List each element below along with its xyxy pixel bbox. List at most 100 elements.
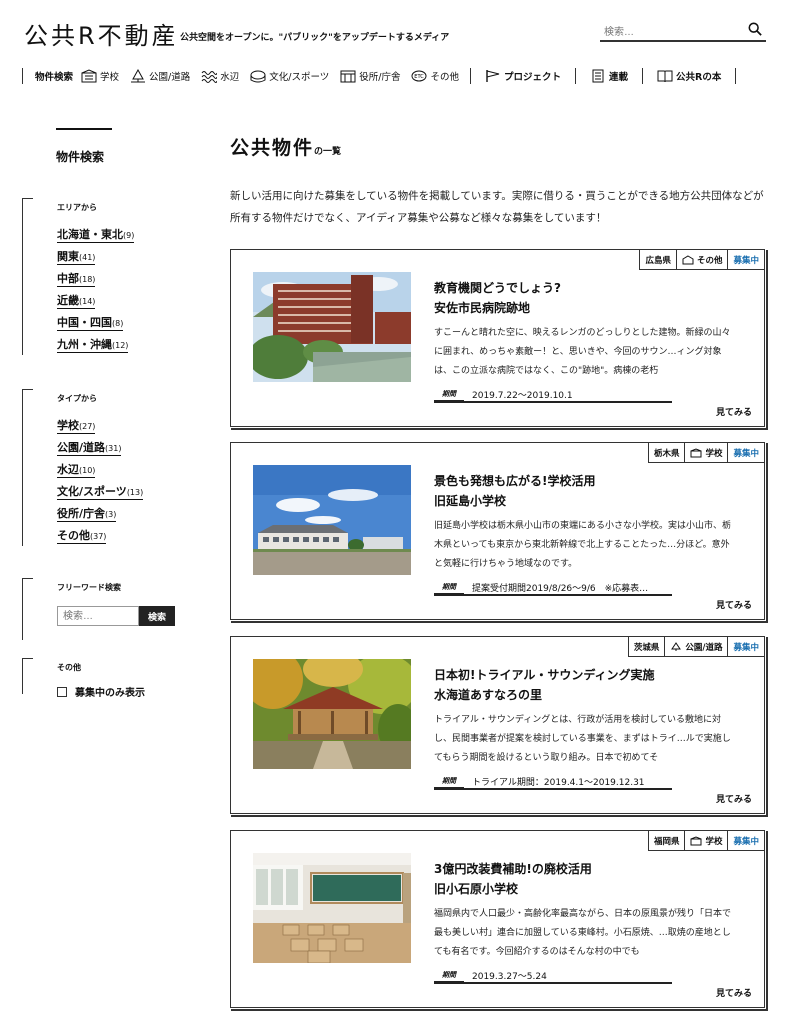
nav-item-park[interactable]: 公園/道路	[130, 69, 190, 83]
svg-text:ETC: ETC	[415, 74, 425, 80]
property-title-line1: 日本初!トライアル・サウンディング実施	[434, 668, 655, 682]
group-bracket	[23, 198, 33, 199]
nav-divider	[22, 68, 23, 84]
type-link[interactable]: 文化/スポーツ(13)	[57, 485, 144, 500]
pref-tag: 栃木県	[649, 443, 686, 462]
book-icon	[657, 70, 673, 83]
nav-item-waterside[interactable]: 水辺	[201, 69, 239, 83]
property-title[interactable]: 3億円改装費補助!の廃校活用 旧小石原小学校	[434, 859, 592, 899]
see-more-link[interactable]: 見てみる	[716, 792, 752, 805]
area-count: (9)	[123, 231, 135, 240]
nav-item-label: 役所/庁舎	[359, 72, 401, 83]
search-icon[interactable]	[748, 22, 762, 36]
area-item[interactable]: 中部(18)	[57, 270, 134, 292]
type-count: (3)	[105, 510, 117, 519]
nav-item-label: 公園/道路	[149, 72, 191, 83]
nav-link-series[interactable]: 連載	[590, 69, 628, 83]
area-label: 近畿	[57, 294, 79, 307]
freeword-search: 検索	[57, 606, 175, 626]
see-more-link[interactable]: 見てみる	[716, 405, 752, 418]
nav-item-label: 学校	[100, 72, 120, 83]
type-item[interactable]: 役所/庁舎(3)	[57, 505, 143, 527]
property-card[interactable]: 茨城県 公園/道路 募集中 日本初!トライアル・サウンディング実施 水海道あすなろ…	[230, 636, 768, 817]
header-search-input[interactable]	[600, 22, 730, 43]
pref-tag: 福岡県	[649, 831, 686, 850]
site-logo[interactable]: 公共R不動産	[24, 16, 179, 51]
type-count: (27)	[79, 422, 96, 431]
pavilion-photo	[253, 659, 411, 769]
area-link[interactable]: 中部(18)	[57, 272, 96, 287]
property-card[interactable]: 福岡県 学校 募集中 3億円改装費補助!の廃校活用 旧小石原小学校 福岡県内で人口…	[230, 830, 768, 1011]
other-filter-group: その他 募集中のみ表示	[22, 658, 145, 699]
area-link[interactable]: 関東(41)	[57, 250, 96, 265]
property-description: 福岡県内で人口最少・高齢化率最高ながら、日本の原風景が残り「日本で最も美しい村」…	[434, 909, 732, 957]
type-item[interactable]: 学校(27)	[57, 417, 143, 439]
type-list: 学校(27) 公園/道路(31) 水辺(10) 文化/スポーツ(13) 役所/庁…	[57, 417, 144, 549]
classroom-photo	[253, 853, 411, 963]
see-more-link[interactable]: 見てみる	[716, 986, 752, 999]
area-item[interactable]: 九州・沖縄(12)	[57, 336, 134, 358]
freeword-search-input[interactable]	[57, 606, 139, 626]
nav-item-school[interactable]: 学校	[81, 69, 119, 83]
type-item[interactable]: その他(37)	[57, 527, 143, 549]
recruiting-only-checkbox[interactable]: 募集中のみ表示	[57, 684, 145, 699]
property-image[interactable]	[253, 659, 411, 769]
checkbox-label: 募集中のみ表示	[75, 688, 145, 699]
property-title[interactable]: 景色も発想も広がる!学校活用 旧延島小学校	[434, 471, 595, 511]
school-icon	[81, 69, 97, 83]
type-link[interactable]: 水辺(10)	[57, 463, 96, 478]
type-link[interactable]: その他(37)	[57, 529, 107, 544]
nav-link-project[interactable]: プロジェクト	[485, 69, 561, 83]
type-link[interactable]: 公園/道路(31)	[57, 441, 122, 456]
park-icon	[131, 69, 146, 83]
property-title[interactable]: 日本初!トライアル・サウンディング実施 水海道あすなろの里	[434, 665, 655, 705]
nav-item-office[interactable]: 役所/庁舎	[340, 69, 400, 83]
area-item[interactable]: 北海道・東北(9)	[57, 226, 135, 248]
area-link[interactable]: 北海道・東北(9)	[57, 228, 135, 243]
period-label: 期間	[434, 967, 464, 983]
area-label: 関東	[57, 250, 79, 263]
property-title[interactable]: 教育機関どうでしょう? 安佐市民病院跡地	[434, 278, 561, 318]
type-filter-group: タイプから 学校(27) 公園/道路(31) 水辺(10) 文化/スポーツ(13…	[22, 389, 144, 546]
area-item[interactable]: 中国・四国(8)	[57, 314, 134, 336]
freeword-search-button[interactable]: 検索	[139, 606, 175, 626]
hospital-photo	[253, 272, 411, 382]
area-item[interactable]: 近畿(14)	[57, 292, 134, 314]
area-count: (14)	[79, 297, 96, 306]
nav-link-book[interactable]: 公共Rの本	[657, 69, 721, 83]
period-label: 期間	[434, 386, 464, 402]
property-card[interactable]: 栃木県 学校 募集中 景色も発想も広がる!学校活用 旧延島小学校 旧延島小学校は栃…	[230, 442, 768, 623]
property-image[interactable]	[253, 853, 411, 963]
area-link[interactable]: 中国・四国(8)	[57, 316, 124, 331]
type-item[interactable]: 水辺(10)	[57, 461, 143, 483]
nav-item-culture[interactable]: 文化/スポーツ	[250, 69, 329, 83]
property-title-line1: 景色も発想も広がる!学校活用	[434, 474, 596, 488]
area-link[interactable]: 九州・沖縄(12)	[57, 338, 129, 353]
area-list: 北海道・東北(9) 関東(41) 中部(18) 近畿(14) 中国・四国(8) …	[57, 226, 135, 358]
area-label: 中国・四国	[57, 316, 112, 329]
property-title-line2: 旧延島小学校	[434, 494, 507, 508]
property-description: すこーんと晴れた空に、映えるレンガのどっしりとした建物。新緑の山々に囲まれ、めっ…	[434, 328, 731, 376]
checkbox-box[interactable]	[57, 686, 67, 697]
header-search	[600, 20, 766, 43]
nav-divider	[575, 68, 576, 84]
type-item[interactable]: 文化/スポーツ(13)	[57, 483, 144, 505]
site-tagline: 公共空間をオープンに。"パブリック"をアップデートするメディア	[180, 33, 450, 43]
area-link[interactable]: 近畿(14)	[57, 294, 96, 309]
type-tag-label: 学校	[705, 448, 723, 459]
property-description: 旧延島小学校は栃木県小山市の東端にある小さな小学校。実は小山市、栃木県といっても…	[434, 521, 732, 569]
card-tags: 福岡県 学校 募集中	[647, 831, 764, 851]
area-item[interactable]: 関東(41)	[57, 248, 134, 270]
see-more-link[interactable]: 見てみる	[716, 598, 752, 611]
type-item[interactable]: 公園/道路(31)	[57, 439, 143, 461]
property-title-line1: 教育機関どうでしょう?	[434, 281, 561, 295]
type-link[interactable]: 役所/庁舎(3)	[57, 507, 117, 522]
nav-item-other[interactable]: ETC その他	[411, 69, 459, 83]
type-link[interactable]: 学校(27)	[57, 419, 96, 434]
property-card[interactable]: 広島県 その他 募集中 教育機関どうでしょう? 安佐市民病院跡地 すこーんと晴れた…	[230, 249, 768, 430]
property-image[interactable]	[253, 272, 411, 382]
nav-link-label: 連載	[609, 72, 629, 83]
property-image[interactable]	[253, 465, 411, 575]
stadium-icon	[250, 70, 266, 83]
area-count: (8)	[112, 319, 124, 328]
